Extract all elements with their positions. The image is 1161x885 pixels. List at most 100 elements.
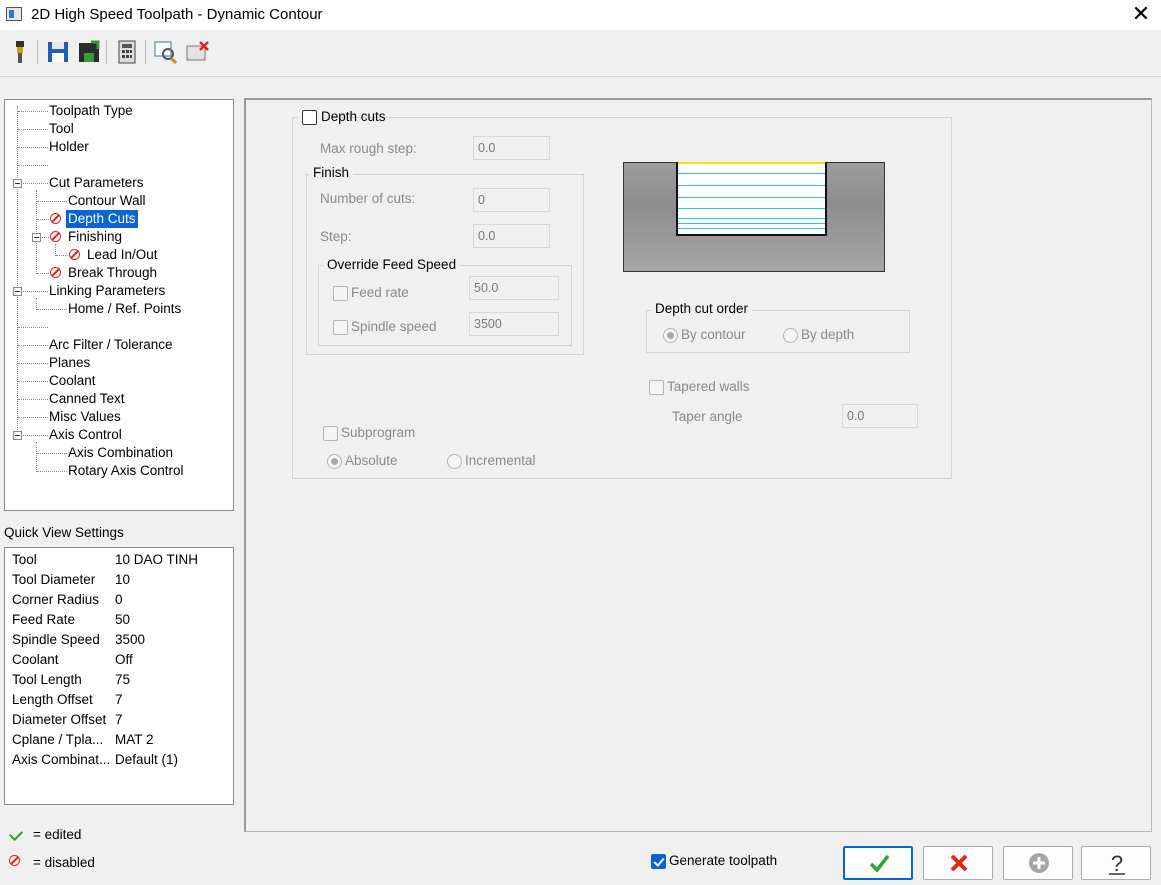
tree-item-linking-parameters[interactable]: Linking Parameters — [49, 282, 165, 300]
depth-cuts-checkbox[interactable] — [302, 110, 317, 125]
number-of-cuts-label: Number of cuts: — [320, 191, 416, 206]
tree-item-misc-values[interactable]: Misc Values — [49, 408, 121, 426]
tree-item-coolant[interactable]: Coolant — [49, 372, 96, 390]
tree-line — [37, 453, 67, 454]
preview-cut-line — [678, 185, 825, 186]
tree-item-contour-wall[interactable]: Contour Wall — [68, 192, 146, 210]
tool-icon[interactable] — [7, 39, 33, 65]
by-depth-radio[interactable] — [783, 328, 798, 343]
window-title: 2D High Speed Toolpath - Dynamic Contour — [31, 6, 323, 23]
preview-cut-line — [678, 228, 825, 229]
tree-item-break-through[interactable]: Break Through — [68, 264, 157, 282]
quick-view-value: Off — [115, 652, 133, 667]
tree-line — [37, 309, 67, 310]
spindle-speed-field[interactable]: 3500 — [469, 312, 559, 336]
tree-line — [56, 255, 68, 256]
tree-item-rotary-axis-control[interactable]: Rotary Axis Control — [68, 462, 184, 480]
quick-view-value: 0 — [115, 592, 123, 607]
number-of-cuts-field[interactable]: 0 — [473, 188, 550, 212]
tree-item-axis-combination[interactable]: Axis Combination — [68, 444, 173, 462]
tree-line — [18, 417, 48, 418]
generate-toolpath-label: Generate toolpath — [669, 853, 778, 868]
quick-view-row: Diameter Offset 7 — [12, 710, 232, 730]
help-icon: ? — [1109, 851, 1125, 876]
feed-rate-field[interactable]: 50.0 — [469, 276, 559, 300]
tree-item-toolpath-type[interactable]: Toolpath Type — [49, 102, 133, 120]
tree-item-axis-control[interactable]: Axis Control — [49, 426, 122, 444]
quick-view-value: 10 DAO TINH — [115, 552, 199, 567]
tree-item-holder[interactable]: Holder — [49, 138, 89, 156]
by-contour-radio[interactable] — [663, 328, 678, 343]
tree-line — [37, 471, 67, 472]
tree-line — [18, 345, 48, 346]
preview-cut-line — [678, 223, 825, 224]
disabled-icon — [50, 267, 61, 278]
quick-view-key: Corner Radius — [12, 592, 100, 607]
disabled-icon — [9, 855, 20, 866]
collapse-icon[interactable] — [13, 431, 22, 440]
cancel-button[interactable] — [923, 846, 993, 880]
tree-line — [18, 111, 48, 112]
finish-label: Finish — [309, 165, 354, 180]
step-field[interactable]: 0.0 — [473, 224, 550, 248]
collapse-icon[interactable] — [13, 287, 22, 296]
edited-check-icon — [8, 826, 24, 842]
quick-view-key: Tool — [12, 552, 37, 567]
absolute-label: Absolute — [345, 453, 398, 468]
quick-view-key: Tool Diameter — [12, 572, 96, 587]
tree-item-depth-cuts[interactable]: Depth Cuts — [66, 210, 138, 228]
tree-line — [18, 363, 48, 364]
spindle-speed-checkbox[interactable] — [333, 320, 348, 335]
quick-view-value: 7 — [115, 692, 123, 707]
help-button[interactable]: ? — [1081, 846, 1151, 880]
tree-item-finishing[interactable]: Finishing — [68, 228, 122, 246]
feed-rate-label: Feed rate — [351, 285, 409, 300]
depth-cuts-label: Depth cuts — [321, 109, 386, 124]
tree-item-cut-parameters[interactable]: Cut Parameters — [49, 174, 144, 192]
absolute-radio[interactable] — [327, 454, 342, 469]
ok-button[interactable] — [843, 846, 913, 880]
collapse-icon[interactable] — [13, 179, 22, 188]
quick-view-row: Axis Combinat... Default (1) — [12, 750, 232, 770]
subprogram-checkbox[interactable] — [323, 426, 338, 441]
generate-toolpath-checkbox[interactable] — [651, 854, 666, 869]
tree-line — [18, 165, 48, 166]
add-button[interactable] — [1003, 846, 1073, 880]
incremental-label: Incremental — [465, 453, 536, 468]
tree-item-lead-in-out[interactable]: Lead In/Out — [87, 246, 158, 264]
max-rough-step-field[interactable]: 0.0 — [473, 136, 550, 160]
tree-line — [23, 435, 48, 436]
quick-view-value: 3500 — [115, 632, 146, 647]
toolbar — [0, 30, 1161, 77]
incremental-radio[interactable] — [447, 454, 462, 469]
tree-line — [18, 147, 48, 148]
tree-item-planes[interactable]: Planes — [49, 354, 90, 372]
quick-view-value: 50 — [115, 612, 131, 627]
tree-item-tool[interactable]: Tool — [49, 120, 74, 138]
feed-rate-checkbox[interactable] — [333, 286, 348, 301]
save-as-icon[interactable] — [76, 39, 102, 65]
preview-cut-line — [678, 197, 825, 198]
preview-cut-line — [678, 208, 825, 209]
depth-cut-order-label: Depth cut order — [651, 301, 753, 316]
close-icon[interactable]: ✕ — [1130, 2, 1152, 26]
taper-angle-field[interactable]: 0.0 — [842, 404, 918, 428]
override-feed-speed-label: Override Feed Speed — [323, 257, 461, 272]
quick-view-key: Cplane / Tpla... — [12, 732, 104, 747]
delete-icon[interactable] — [185, 39, 211, 65]
calculator-icon[interactable] — [114, 39, 140, 65]
tree-line — [37, 273, 49, 274]
save-icon[interactable] — [45, 39, 71, 65]
preview-cut-line — [678, 173, 825, 174]
zoom-icon[interactable] — [153, 39, 179, 65]
ok-icon — [869, 854, 890, 873]
tree-line — [36, 190, 37, 274]
quick-view-table: Tool 10 DAO TINH Tool Diameter 10 Corner R… — [4, 547, 234, 805]
collapse-icon[interactable] — [32, 233, 41, 242]
tree-item-home-ref-points[interactable]: Home / Ref. Points — [68, 300, 181, 318]
tapered-walls-checkbox[interactable] — [649, 380, 664, 395]
tree-line — [23, 183, 48, 184]
tree-line — [23, 291, 48, 292]
tree-item-arc-filter-tolerance[interactable]: Arc Filter / Tolerance — [49, 336, 173, 354]
tree-item-canned-text[interactable]: Canned Text — [49, 390, 125, 408]
